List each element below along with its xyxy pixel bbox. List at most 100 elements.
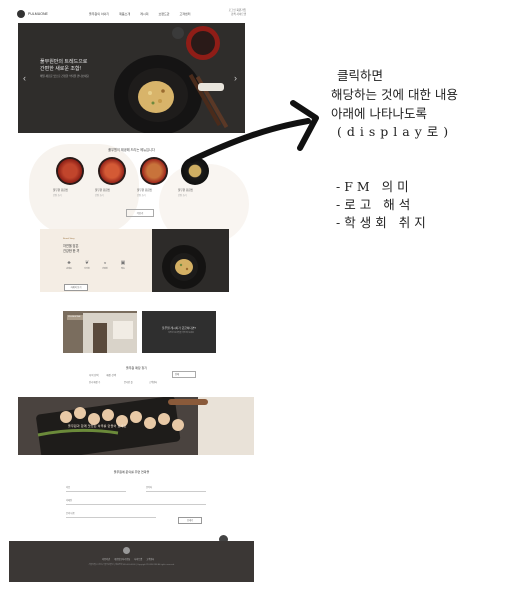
nav-item[interactable]: 풀무원의 이야기 — [89, 12, 109, 16]
footer-link[interactable]: 이용약관 — [102, 557, 110, 561]
annotation-bullet: -학생회 취지 — [336, 215, 430, 230]
message-field[interactable] — [66, 517, 156, 518]
product-image — [140, 157, 168, 185]
footer-link[interactable]: 개인정보처리방침 — [114, 557, 130, 561]
hero-title: 풀무원만의 트레드으로 간편한 새로운 조합! — [40, 59, 87, 73]
filter-label: 매장 선택 — [106, 374, 116, 377]
form-label-name: 이름 — [66, 487, 71, 489]
form-label-email: 이메일 — [66, 500, 73, 502]
product-image — [98, 157, 126, 185]
product-card[interactable]: 풀무원 볶음밥 간편 조리 — [95, 157, 129, 197]
feature-item: ♣ 원재료 — [63, 260, 75, 270]
feature-item: ▣ 배송 — [117, 260, 129, 270]
footer-link[interactable]: 고객센터 — [146, 557, 154, 561]
form-label-message: 문의 내용 — [66, 513, 75, 515]
feature-image — [152, 229, 229, 292]
hero-title-line: 풀무원만의 트레드으로 — [40, 59, 88, 65]
contact-form-title: 풀무원에 문의를 주면 연락을 — [113, 470, 150, 474]
email-field[interactable] — [66, 504, 206, 505]
product-name: 풀무원 볶음밥 — [137, 189, 153, 192]
site-logo[interactable]: PULMUONE — [17, 10, 48, 18]
hero-next-arrow-icon[interactable]: › — [234, 73, 237, 83]
filter-label: 지역 선택 — [89, 374, 99, 377]
product-card[interactable]: 풀무원 볶음밥 간편 조리 — [53, 157, 87, 197]
feature-item: ❦ 신선함 — [81, 260, 93, 270]
annotation-line: 클릭하면 — [337, 68, 384, 83]
annotation-line: 아래에 나타나도록 — [331, 106, 427, 121]
feature-title: 자연을 담은 건강한 한 끼 — [63, 244, 79, 253]
feature-button[interactable]: 자세히 보기 — [64, 284, 88, 291]
feature-icon-label: 신선함 — [84, 268, 90, 270]
store-stat: 온라인 몰 — [124, 382, 133, 384]
feature-icon-label: 간편함 — [102, 268, 108, 270]
footer-link[interactable]: 사이트맵 — [134, 557, 142, 561]
submit-button[interactable]: 보내기 — [178, 517, 202, 524]
banner-text: 풀무원과 함께 맛있는 하루를 만들어 보세요 — [68, 424, 127, 428]
product-desc: 간편 조리 — [53, 195, 62, 197]
site-header: PULMUONE 풀무원의 이야기 제품소개 레시피 브랜드관 고객센터 로그인… — [9, 4, 254, 22]
product-image — [181, 157, 209, 185]
annotation-bullet: -로고 해석 — [336, 197, 415, 212]
annotation-line: (display로) — [337, 124, 454, 139]
feature-icons: ♣ 원재료 ❦ 신선함 ◒ 간편함 ▣ 배송 — [63, 260, 129, 270]
arrow-head-icon — [290, 100, 319, 151]
bowl-icon: ◒ — [103, 260, 107, 266]
product-image — [56, 157, 84, 185]
site-footer: 이용약관 개인정보처리방침 사이트맵 고객센터 서울특별시 강남구 풀무원빌딩 … — [9, 541, 254, 582]
food-banner: 풀무원과 함께 맛있는 하루를 만들어 보세요 — [18, 397, 254, 455]
footer-links: 이용약관 개인정보처리방침 사이트맵 고객센터 — [102, 557, 154, 561]
logo-text: PULMUONE — [28, 12, 48, 16]
nav-item[interactable]: 레시피 — [140, 12, 148, 16]
recipe-card[interactable]: 풀무원 레시피가 궁금하다면? 다양한 요리법을 확인해 보세요 — [142, 311, 216, 353]
form-label-phone: 연락처 — [146, 487, 153, 489]
footer-address: 서울특별시 강남구 풀무원빌딩 | 대표전화 080-000-0000 | Co… — [88, 564, 175, 566]
feature-icon-label: 배송 — [121, 268, 125, 270]
product-name: 풀무원 볶음밥 — [95, 189, 111, 192]
product-desc: 간편 조리 — [178, 195, 187, 197]
feature-icon-label: 원재료 — [66, 268, 72, 270]
phone-field[interactable] — [146, 491, 206, 492]
region-select[interactable]: 전체 — [172, 371, 196, 378]
brand-photo-card[interactable]: PULMUONE — [63, 311, 137, 353]
box-icon: ▣ — [120, 260, 126, 266]
more-button[interactable]: 더보기 — [126, 209, 154, 217]
product-name: 풀무원 볶음밥 — [178, 189, 194, 192]
product-card[interactable]: 풀무원 볶음밥 간편 조리 — [137, 157, 171, 197]
photo-card-label: PULMUONE — [68, 316, 81, 318]
product-name: 풀무원 볶음밥 — [53, 189, 69, 192]
footer-logo-icon — [123, 547, 130, 554]
feature-title-line: 건강한 한 끼 — [63, 248, 80, 253]
website-mockup: PULMUONE 풀무원의 이야기 제품소개 레시피 브랜드관 고객센터 로그인… — [9, 4, 254, 582]
feature-food-image — [162, 245, 206, 289]
name-field[interactable] — [66, 491, 126, 492]
annotation-line: 해당하는 것에 대한 내용 — [331, 87, 458, 102]
store-section-title: 풀무원 매장 찾기 — [126, 366, 147, 370]
feature-eyebrow: Brand Story — [63, 238, 75, 240]
store-filter-row: 지역 선택 매장 선택 — [89, 373, 116, 377]
nav-item[interactable]: 고객센터 — [180, 12, 191, 16]
product-card[interactable]: 풀무원 볶음밥 간편 조리 — [178, 157, 212, 197]
banner-food-image — [18, 397, 254, 455]
hero-banner: 풀무원만의 트레드으로 간편한 새로운 조합! 매일 새로운 맛으로 건강한 식… — [18, 23, 245, 133]
annotation-bullet: -FM 의미 — [336, 179, 413, 194]
hero-subtitle: 매일 새로운 맛으로 건강한 식탁을 만나보세요 — [40, 75, 89, 78]
main-nav: 풀무원의 이야기 제품소개 레시피 브랜드관 고객센터 — [89, 12, 191, 16]
hero-title-line: 간편한 새로운 조합! — [40, 66, 81, 72]
util-search[interactable]: 검색 사이트맵 — [229, 13, 246, 17]
hero-prev-arrow-icon[interactable]: ‹ — [23, 73, 26, 83]
util-links: 로그인 회원가입 검색 사이트맵 — [229, 9, 246, 17]
leaf-icon: ❦ — [84, 260, 90, 266]
product-desc: 간편 조리 — [95, 195, 104, 197]
store-stat: 고객센터 — [149, 382, 158, 384]
logo-mark-icon — [17, 10, 25, 18]
recipe-card-title: 풀무원 레시피가 궁금하다면? — [162, 326, 196, 330]
feature-title-line: 자연을 담은 — [63, 244, 79, 248]
product-desc: 간편 조리 — [137, 195, 146, 197]
feature-item: ◒ 간편함 — [99, 260, 111, 270]
nav-item[interactable]: 브랜드관 — [158, 12, 169, 16]
store-stat: 전국 매장 수 — [89, 382, 101, 384]
bottle-icon: ♣ — [67, 260, 71, 266]
recipe-card-desc: 다양한 요리법을 확인해 보세요 — [168, 332, 194, 334]
products-section-title: 풀무원이 제공해 드리는 메뉴입니다 — [108, 148, 155, 152]
nav-item[interactable]: 제품소개 — [119, 12, 130, 16]
